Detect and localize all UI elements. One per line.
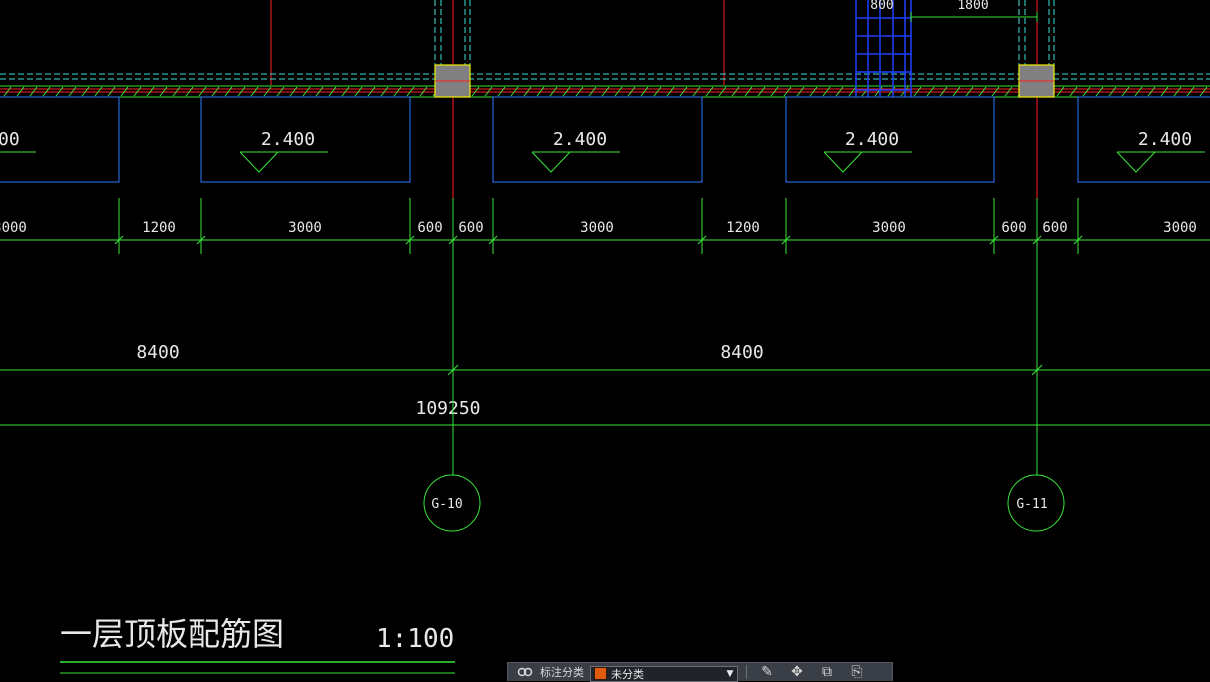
dimension-total-label: 109250 xyxy=(415,398,480,419)
axis-bubble[interactable]: G-10 xyxy=(423,474,481,532)
grid-axes xyxy=(452,200,1038,475)
dimension-label: 600 xyxy=(1042,220,1067,236)
axis-bubble-label: G-10 xyxy=(431,497,462,512)
top-structure: 800 1800 xyxy=(0,0,1210,200)
category-selected-value: 未分类 xyxy=(611,667,644,681)
category-color-swatch xyxy=(594,667,607,680)
dimension-label: 3000 xyxy=(288,220,322,236)
annotation-toolbar: 标注分类 未分类 ▼ ✎ ✥ ⧉ ⎘ xyxy=(507,662,893,682)
dimension-label: 600 xyxy=(417,220,442,236)
dimension-label: 3000 xyxy=(580,220,614,236)
level-markers: 00 2.400 2.400 2.400 2.400 xyxy=(0,129,1205,173)
top-dim-label: 800 xyxy=(870,0,893,13)
dimension-label: 8400 xyxy=(136,342,179,363)
dimension-label: 600 xyxy=(1001,220,1026,236)
cad-drawing-canvas[interactable]: 800 1800 00 2.400 2.400 2.400 2.400 000 … xyxy=(0,0,1210,681)
dimension-label: 8400 xyxy=(720,342,763,363)
dimension-label: 3000 xyxy=(1163,220,1197,236)
link-icon[interactable] xyxy=(514,664,536,681)
drawing-scale: 1:100 xyxy=(376,624,454,654)
level-label: 2.400 xyxy=(261,129,315,150)
dimension-label: 1200 xyxy=(726,220,760,236)
stair-grid xyxy=(855,0,912,97)
dimension-row-2 xyxy=(0,364,1210,376)
drawing-title: 一层顶板配筋图 xyxy=(60,615,284,653)
dimension-label: 3000 xyxy=(0,220,27,236)
move-icon[interactable]: ✥ xyxy=(782,664,812,681)
level-label: 00 xyxy=(0,129,20,150)
dimension-label: 600 xyxy=(458,220,483,236)
dimension-label: 3000 xyxy=(872,220,906,236)
level-label: 2.400 xyxy=(1138,129,1192,150)
annotation-category-label: 标注分类 xyxy=(540,666,584,679)
copy-icon[interactable]: ⧉ xyxy=(812,664,842,681)
annotation-category-select[interactable]: 未分类 ▼ xyxy=(590,665,738,682)
edit-icon[interactable]: ✎ xyxy=(752,664,782,681)
level-label: 2.400 xyxy=(553,129,607,150)
chevron-down-icon: ▼ xyxy=(726,668,734,679)
level-label: 2.400 xyxy=(845,129,899,150)
axis-bubble[interactable]: G-11 xyxy=(1007,474,1065,532)
dimension-label: 1200 xyxy=(142,220,176,236)
axis-bubble-label: G-11 xyxy=(1016,497,1047,512)
toolbar-divider xyxy=(746,665,747,679)
top-dim-label: 1800 xyxy=(957,0,988,13)
paste-icon[interactable]: ⎘ xyxy=(842,664,872,681)
